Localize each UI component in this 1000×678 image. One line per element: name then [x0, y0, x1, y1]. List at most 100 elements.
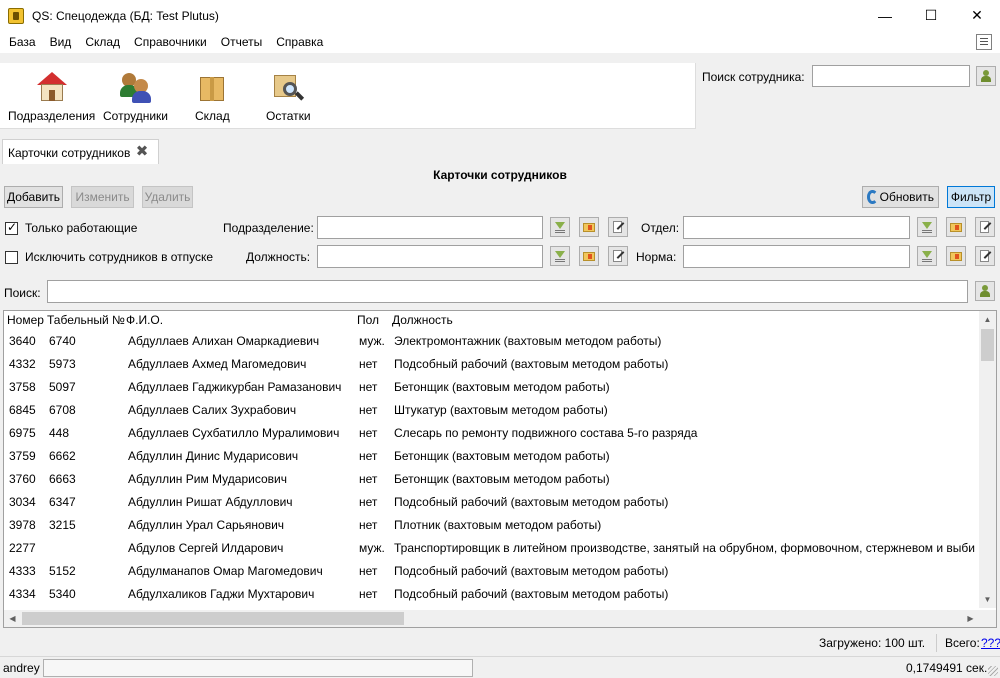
maximize-button[interactable]: ☐ [908, 0, 954, 31]
cell-position: Бетонщик (вахтовым методом работы) [394, 449, 610, 463]
delete-button[interactable]: Удалить [142, 186, 193, 208]
cell-tab-number: 6708 [49, 403, 76, 417]
position-edit-button[interactable] [608, 246, 628, 266]
refresh-label: Обновить [879, 190, 934, 204]
employee-search-input[interactable] [812, 65, 970, 87]
cell-tab-number: 6663 [49, 472, 76, 486]
table-row[interactable]: 6845 6708 Абдуллаев Салих Зухрабович нет Шту… [4, 399, 979, 422]
cell-position: Подсобный рабочий (вахтовым методом рабо… [394, 587, 669, 601]
only-working-check[interactable] [5, 220, 18, 235]
cell-number: 3758 [9, 380, 36, 394]
search-button[interactable] [975, 281, 995, 301]
scroll-down-icon[interactable]: ▼ [979, 591, 996, 608]
column-header-position[interactable]: Должность [392, 313, 453, 327]
table-row[interactable]: 3759 6662 Абдуллин Динис Мударисович нет Бет… [4, 445, 979, 468]
table-row[interactable]: 3760 6663 Абдуллин Рим Мударисович нет Бетон… [4, 468, 979, 491]
employee-search-label: Поиск сотрудника: [702, 70, 805, 84]
cell-fio: Абдуллаев Ахмед Магомедович [128, 357, 307, 371]
table-row[interactable]: 3034 6347 Абдуллин Ришат Абдуллович нет Подс… [4, 491, 979, 514]
tab-employee-cards[interactable]: Карточки сотрудников ✖ [2, 139, 159, 165]
menu-warehouse[interactable]: Склад [78, 31, 127, 53]
department-field[interactable] [683, 216, 910, 239]
minimize-button[interactable]: — [862, 0, 908, 31]
norm-filter-button[interactable] [917, 246, 937, 266]
status-timing: 0,1749491 сек. [906, 661, 988, 675]
department-filter-button[interactable] [917, 217, 937, 237]
table-row[interactable]: 6975 448 Абдуллаев Сухбатилло Муралимович н… [4, 422, 979, 445]
position-filter-button[interactable] [550, 246, 570, 266]
column-header-number[interactable]: Номер [7, 313, 44, 327]
exclude-vacation-checkbox[interactable]: Исключить сотрудников в отпуске [5, 250, 213, 264]
edit-icon [979, 250, 992, 262]
table-row[interactable]: 4332 5973 Абдуллаев Ахмед Магомедович нет По… [4, 353, 979, 376]
employee-search-button[interactable] [976, 66, 996, 86]
position-field[interactable] [317, 245, 543, 268]
toolbar-stock-label: Остатки [266, 109, 311, 123]
vertical-scrollbar[interactable]: ▲ ▼ [979, 311, 996, 608]
norm-field[interactable] [683, 245, 910, 268]
refresh-icon [867, 190, 878, 204]
department-select-button[interactable] [946, 217, 966, 237]
scroll-right-icon[interactable]: ▶ [962, 610, 979, 627]
menu-view[interactable]: Вид [43, 31, 79, 53]
cell-position: Транспортировщик в литейном производстве… [394, 541, 975, 555]
cell-fio: Абдулов Сергей Илдарович [128, 541, 284, 555]
toolbar-stock-button[interactable]: Остатки [266, 71, 311, 123]
close-window-button[interactable]: ✕ [954, 0, 1000, 31]
folder-icon [583, 221, 595, 233]
horizontal-scrollbar[interactable]: ◀ ▶ [4, 610, 979, 627]
horizontal-scroll-thumb[interactable] [22, 612, 404, 625]
cell-fio: Абдуллин Рим Мударисович [128, 472, 287, 486]
division-field[interactable] [317, 216, 543, 239]
table-row[interactable]: 4333 5152 Абдулманапов Омар Магомедович нет… [4, 560, 979, 583]
search-input[interactable] [47, 280, 968, 303]
toolbar-divisions-button[interactable]: Подразделения [8, 71, 95, 123]
filter-icon [554, 221, 566, 233]
status-bar: andrey 0,1749491 сек. [0, 656, 1000, 678]
column-header-sex[interactable]: Пол [357, 313, 379, 327]
cell-position: Подсобный рабочий (вахтовым методом рабо… [394, 564, 669, 578]
only-working-checkbox[interactable]: Только работающие [5, 220, 137, 235]
close-tab-icon[interactable]: ✖ [135, 144, 149, 159]
menu-reports[interactable]: Отчеты [214, 31, 269, 53]
toolbar-employees-button[interactable]: Сотрудники [103, 71, 168, 123]
division-edit-button[interactable] [608, 217, 628, 237]
cell-tab-number: 6740 [49, 334, 76, 348]
division-filter-button[interactable] [550, 217, 570, 237]
scroll-up-icon[interactable]: ▲ [979, 311, 996, 328]
resize-grip-icon[interactable] [988, 666, 998, 676]
table-row[interactable]: 2277 Абдулов Сергей Илдарович муж. Транспор… [4, 537, 979, 560]
add-button[interactable]: Добавить [4, 186, 63, 208]
menu-references[interactable]: Справочники [127, 31, 214, 53]
department-edit-button[interactable] [975, 217, 995, 237]
toolbar-warehouse-button[interactable]: Склад [195, 71, 230, 123]
filter-button[interactable]: Фильтр [947, 186, 995, 208]
title-bar: QS: Спецодежда (БД: Test Plutus) — ☐ ✕ [0, 0, 1000, 31]
position-select-button[interactable] [579, 246, 599, 266]
cell-fio: Абдуллин Динис Мударисович [128, 449, 299, 463]
menu-baza[interactable]: База [0, 31, 43, 53]
table-row[interactable]: 4334 5340 Абдулхаликов Гаджи Мухтарович нет… [4, 583, 979, 606]
norm-edit-button[interactable] [975, 246, 995, 266]
refresh-button[interactable]: Обновить [862, 186, 939, 208]
table-row[interactable]: 3758 5097 Абдуллаев Гаджикурбан Рамазанови… [4, 376, 979, 399]
list-icon[interactable] [976, 34, 992, 50]
vertical-scroll-thumb[interactable] [981, 329, 994, 361]
cell-tab-number: 5340 [49, 587, 76, 601]
exclude-vacation-check[interactable] [5, 250, 18, 264]
cell-sex: нет [359, 449, 378, 463]
norm-select-button[interactable] [946, 246, 966, 266]
scroll-left-icon[interactable]: ◀ [4, 610, 21, 627]
window-title: QS: Спецодежда (БД: Test Plutus) [32, 8, 219, 23]
table-row[interactable]: 3640 6740 Абдуллаев Алихан Омаркадиевич муж… [4, 330, 979, 353]
menu-help[interactable]: Справка [269, 31, 330, 53]
division-select-button[interactable] [579, 217, 599, 237]
cell-fio: Абдуллин Ришат Абдуллович [128, 495, 293, 509]
table-row[interactable]: 3978 3215 Абдуллин Урал Сарьянович нет Плотн… [4, 514, 979, 537]
edit-button[interactable]: Изменить [71, 186, 134, 208]
total-link[interactable]: ??? [981, 636, 1000, 650]
column-header-fio[interactable]: Ф.И.О. [126, 313, 163, 327]
column-header-tab-number[interactable]: Табельный № [47, 313, 125, 327]
cell-tab-number: 6347 [49, 495, 76, 509]
window-controls: — ☐ ✕ [862, 0, 1000, 31]
